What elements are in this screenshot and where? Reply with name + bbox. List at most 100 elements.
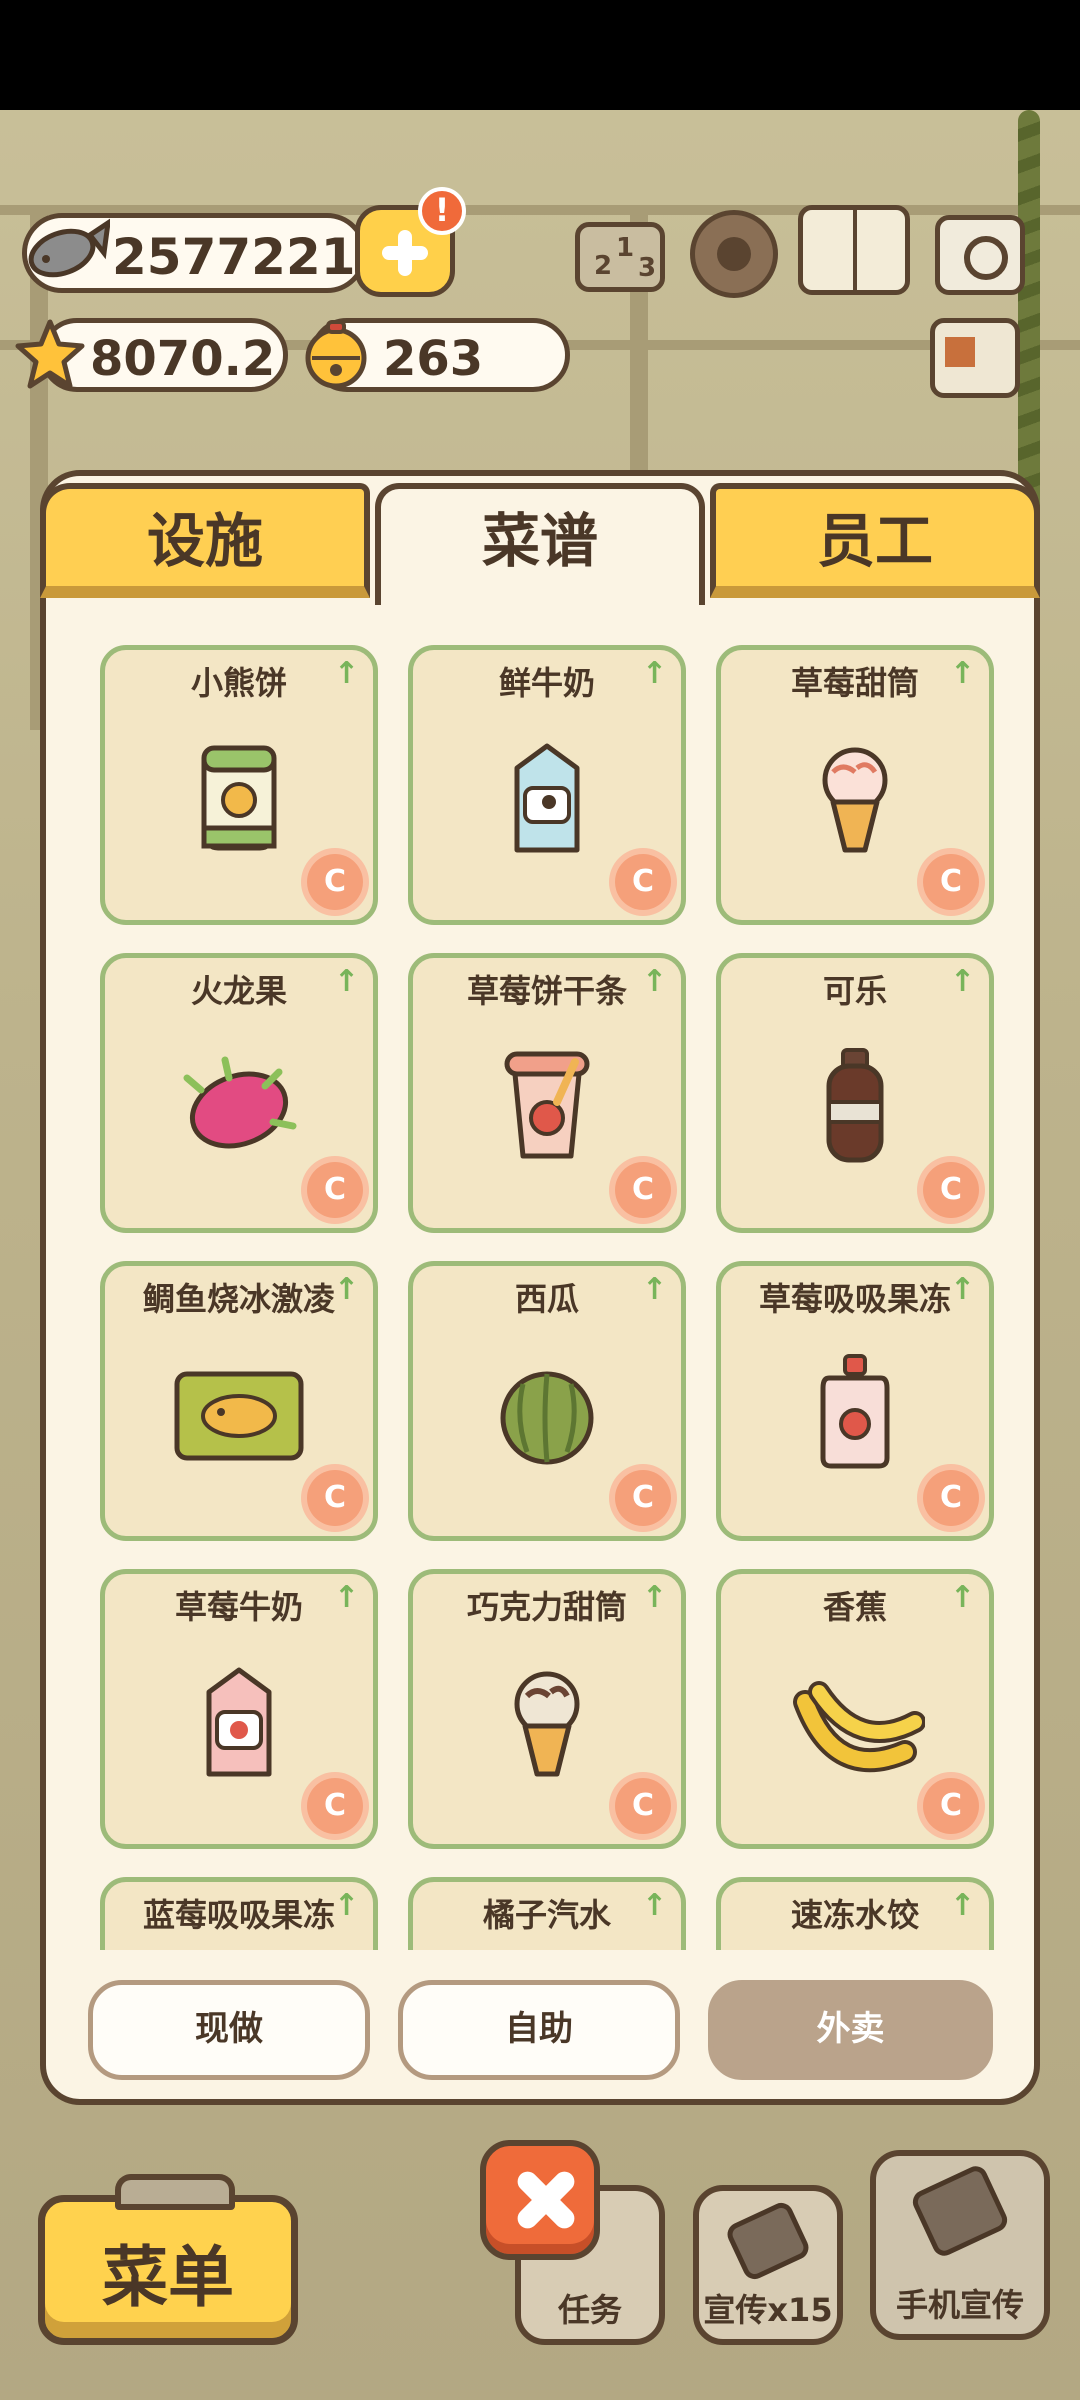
milk-carton-icon bbox=[514, 743, 580, 853]
bell-icon bbox=[305, 320, 367, 389]
recipe-card[interactable]: 鲷鱼烧冰激凌 ↑ C bbox=[100, 1261, 378, 1541]
upgrade-arrow-icon: ↑ bbox=[949, 964, 975, 999]
recipe-name: 草莓饼干条 bbox=[466, 972, 627, 1010]
takeout-button[interactable]: 外卖 bbox=[708, 1980, 993, 2080]
fish-icon bbox=[28, 218, 110, 278]
coin-icon: C bbox=[923, 854, 979, 910]
settings-gear-icon[interactable] bbox=[690, 210, 778, 298]
recipe-name: 巧克力甜筒 bbox=[466, 1588, 627, 1626]
coin-icon: C bbox=[615, 854, 671, 910]
coin-icon: C bbox=[307, 1470, 363, 1526]
recipe-card[interactable]: 橘子汽水 ↑ bbox=[408, 1877, 686, 1950]
coin-icon: C bbox=[923, 1162, 979, 1218]
recipe-card[interactable]: 鲜牛奶 ↑ C bbox=[408, 645, 686, 925]
promo-button[interactable]: 宣传x15 bbox=[693, 2185, 843, 2345]
upgrade-arrow-icon: ↑ bbox=[949, 656, 975, 691]
coin-icon: C bbox=[615, 1778, 671, 1834]
upgrade-arrow-icon: ↑ bbox=[949, 1272, 975, 1307]
recipe-name: 草莓吸吸果冻 bbox=[758, 1280, 951, 1318]
menu-button[interactable]: 菜单 bbox=[38, 2174, 298, 2345]
upgrade-arrow-icon: ↑ bbox=[333, 964, 359, 999]
recipe-name: 草莓牛奶 bbox=[174, 1588, 303, 1626]
promo-label: 宣传x15 bbox=[703, 2291, 833, 2329]
recipe-card[interactable]: 香蕉 ↑ C bbox=[716, 1569, 994, 1849]
paw-book-icon[interactable] bbox=[798, 205, 910, 295]
strawberry-cone-icon bbox=[822, 747, 888, 853]
upgrade-arrow-icon: ↑ bbox=[641, 1272, 667, 1307]
recipe-name: 草莓甜筒 bbox=[790, 664, 919, 702]
recipe-card[interactable]: 草莓牛奶 ↑ C bbox=[100, 1569, 378, 1849]
upgrade-arrow-icon: ↑ bbox=[641, 656, 667, 691]
coin-icon: C bbox=[307, 1778, 363, 1834]
coin-icon: C bbox=[307, 1162, 363, 1218]
tab-facilities[interactable]: 设施 bbox=[40, 483, 370, 598]
recipe-name: 速冻水饺 bbox=[790, 1896, 919, 1934]
dine-in-button[interactable]: 现做 bbox=[88, 1980, 370, 2080]
chocolate-cone-icon bbox=[514, 1671, 580, 1777]
recipe-card[interactable]: 巧克力甜筒 ↑ C bbox=[408, 1569, 686, 1849]
recipe-name: 鲷鱼烧冰激凌 bbox=[142, 1280, 335, 1318]
phone-promo-button[interactable]: 手机宣传 bbox=[870, 2150, 1050, 2340]
bear-cookie-can-icon bbox=[201, 745, 277, 851]
upgrade-arrow-icon: ↑ bbox=[641, 964, 667, 999]
ranking-button[interactable]: 213 bbox=[575, 222, 665, 292]
upgrade-arrow-icon: ↑ bbox=[949, 1888, 975, 1923]
dragon-fruit-icon bbox=[183, 1056, 297, 1149]
recipe-grid: 小熊饼 ↑ C 鲜牛奶 ↑ C 草莓甜筒 ↑ C 火龙果 ↑ C 草莓饼干条 ↑… bbox=[90, 640, 1010, 1950]
upgrade-arrow-icon: ↑ bbox=[641, 1580, 667, 1615]
phone-icon bbox=[908, 2162, 1012, 2260]
coin-icon: C bbox=[923, 1778, 979, 1834]
recipe-name: 火龙果 bbox=[190, 972, 287, 1010]
watermelon-icon bbox=[500, 1371, 594, 1465]
cola-bottle-icon bbox=[826, 1048, 884, 1163]
tasks-label: 任务 bbox=[557, 2291, 622, 2329]
recipe-name: 蓝莓吸吸果冻 bbox=[142, 1896, 335, 1934]
recipe-card[interactable]: 速冻水饺 ↑ bbox=[716, 1877, 994, 1950]
taiyaki-pack-icon bbox=[174, 1371, 304, 1461]
tab-staff[interactable]: 员工 bbox=[710, 483, 1040, 598]
recipe-name: 香蕉 bbox=[822, 1588, 887, 1626]
close-icon[interactable] bbox=[480, 2140, 600, 2260]
recipe-name: 橘子汽水 bbox=[482, 1896, 611, 1934]
recipe-card[interactable]: 草莓甜筒 ↑ C bbox=[716, 645, 994, 925]
strawberry-jelly-pouch-icon bbox=[820, 1354, 890, 1469]
recipe-card[interactable]: 小熊饼 ↑ C bbox=[100, 645, 378, 925]
upgrade-arrow-icon: ↑ bbox=[333, 1888, 359, 1923]
coin-icon: C bbox=[307, 854, 363, 910]
upgrade-arrow-icon: ↑ bbox=[333, 656, 359, 691]
phone-promo-label: 手机宣传 bbox=[895, 2286, 1024, 2324]
coin-icon: C bbox=[615, 1470, 671, 1526]
upgrade-arrow-icon: ↑ bbox=[333, 1580, 359, 1615]
recipe-card[interactable]: 草莓吸吸果冻 ↑ C bbox=[716, 1261, 994, 1541]
recipe-card[interactable]: 火龙果 ↑ C bbox=[100, 953, 378, 1233]
recipe-card[interactable]: 西瓜 ↑ C bbox=[408, 1261, 686, 1541]
clipboard-clip-icon bbox=[115, 2174, 235, 2210]
status-bar bbox=[0, 0, 1080, 110]
menu-label: 菜单 bbox=[102, 2239, 234, 2316]
strawberry-stick-cup-icon bbox=[504, 1051, 590, 1159]
recipe-card[interactable]: 蓝莓吸吸果冻 ↑ bbox=[100, 1877, 378, 1950]
fish-count: 2577221 bbox=[112, 228, 356, 286]
upgrade-arrow-icon: ↑ bbox=[949, 1580, 975, 1615]
camera-icon[interactable] bbox=[935, 215, 1025, 295]
recipe-card[interactable]: 可乐 ↑ C bbox=[716, 953, 994, 1233]
recipe-name: 西瓜 bbox=[514, 1280, 579, 1318]
recipe-card[interactable]: 草莓饼干条 ↑ C bbox=[408, 953, 686, 1233]
star-count: 8070.2 bbox=[90, 331, 276, 387]
notification-badge: ! bbox=[418, 187, 466, 235]
strawberry-milk-carton-icon bbox=[206, 1667, 272, 1777]
banana-icon bbox=[793, 1681, 925, 1773]
star-icon bbox=[15, 319, 85, 389]
coin-icon: C bbox=[923, 1470, 979, 1526]
bell-count: 263 bbox=[383, 331, 484, 387]
tab-recipes[interactable]: 菜谱 bbox=[375, 483, 705, 605]
recipe-name: 鲜牛奶 bbox=[498, 664, 595, 702]
recipe-name: 可乐 bbox=[822, 972, 887, 1010]
upgrade-arrow-icon: ↑ bbox=[333, 1272, 359, 1307]
self-service-button[interactable]: 自助 bbox=[398, 1980, 680, 2080]
upgrade-arrow-icon: ↑ bbox=[641, 1888, 667, 1923]
phone-icon bbox=[723, 2199, 813, 2283]
newspaper-icon[interactable] bbox=[930, 318, 1020, 398]
recipe-name: 小熊饼 bbox=[190, 664, 287, 702]
coin-icon: C bbox=[615, 1162, 671, 1218]
